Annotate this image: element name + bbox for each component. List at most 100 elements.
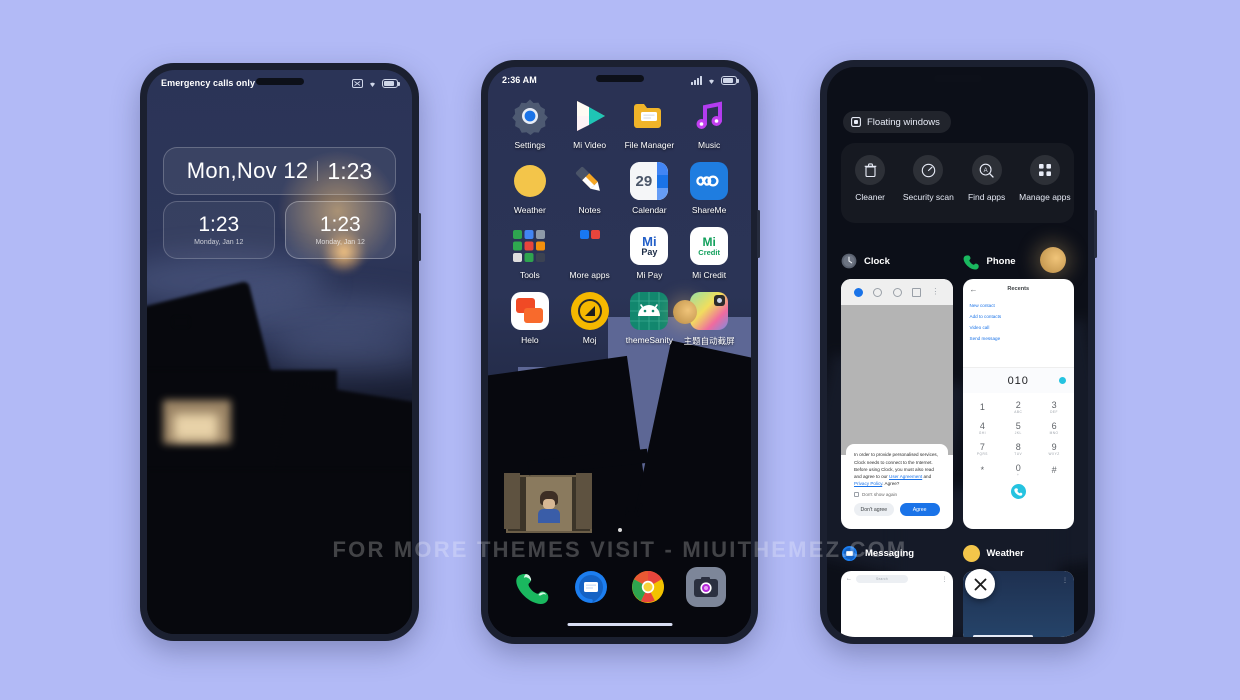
search-input[interactable]: Search	[856, 575, 908, 583]
app-themesanity[interactable]: themeSanity	[620, 292, 680, 347]
timer-tab-icon[interactable]	[912, 287, 922, 297]
floating-window-phone[interactable]: Phone ← Recents New contact Add to conta…	[962, 250, 1075, 529]
tool-manage-apps[interactable]: Manage apps	[1016, 155, 1074, 203]
key-4[interactable]: 4 GHI	[965, 418, 1001, 439]
search-apps-icon: A	[971, 155, 1002, 185]
browser-icon[interactable]	[628, 567, 668, 607]
key-6[interactable]: 6 MNO	[1036, 418, 1072, 439]
tool-security-scan[interactable]: Security scan	[899, 155, 957, 203]
app-label: Mi Pay	[636, 270, 663, 280]
window-header: Messaging	[841, 542, 953, 564]
app-calendar[interactable]: 29 Calendar	[620, 162, 680, 215]
moon-decoration	[673, 300, 697, 324]
app-weather[interactable]: Weather	[500, 162, 560, 215]
camera-icon[interactable]	[686, 567, 727, 607]
app-settings[interactable]: Settings	[500, 97, 560, 150]
action-send-message[interactable]: Send message	[970, 336, 1068, 341]
weather-icon	[511, 162, 549, 200]
dont-show-again-checkbox[interactable]: Don't show again	[854, 492, 940, 497]
floating-windows-chip[interactable]: Floating windows	[843, 111, 951, 133]
settings-icon	[511, 97, 549, 135]
app-file-manager[interactable]: File Manager	[620, 97, 680, 150]
alarm-tab-icon[interactable]	[854, 287, 864, 297]
app-moj[interactable]: Moj	[560, 292, 620, 347]
action-add-to-contacts[interactable]: Add to contacts	[970, 314, 1068, 319]
key-0[interactable]: 0 +	[1000, 460, 1036, 481]
lockscreen-widget-2[interactable]: 1:23 Monday, Jan 12	[284, 201, 396, 259]
close-window-button[interactable]	[965, 569, 995, 599]
widget-date: Monday, Jan 12	[315, 239, 365, 247]
agree-button[interactable]: Agree	[899, 503, 940, 516]
messaging-window-card[interactable]: ← Search ⋮	[841, 571, 953, 637]
dialed-number-field[interactable]: 010	[962, 367, 1074, 393]
stopwatch-tab-icon[interactable]	[892, 287, 902, 297]
app-notes[interactable]: Notes	[560, 162, 620, 215]
app-music[interactable]: Music	[679, 97, 739, 150]
user-agreement-link[interactable]: User Agreement	[889, 474, 922, 479]
key-2[interactable]: 2 ABC	[1000, 397, 1036, 418]
call-button[interactable]	[1000, 481, 1036, 502]
clock-window-card[interactable]: ⋮ In order to provide personalised servi…	[841, 279, 953, 529]
phone-icon	[963, 254, 979, 270]
dialer-actions: New contact Add to contacts Video call S…	[963, 299, 1075, 341]
dock	[488, 567, 751, 607]
key-9[interactable]: 9 WXYZ	[1036, 439, 1072, 460]
tool-label: Cleaner	[855, 192, 886, 202]
phone-homescreen: 2:36 AM Settings Mi Video File Manager M…	[481, 60, 760, 644]
app-folder-more-apps[interactable]: More apps	[560, 227, 620, 280]
lockscreen-small-widgets: 1:23 Monday, Jan 12 1:23 Monday, Jan 12	[163, 201, 396, 259]
key-star[interactable]: *	[965, 460, 1001, 481]
overflow-menu-icon[interactable]: ⋮	[931, 288, 939, 296]
key-3[interactable]: 3 DEF	[1036, 397, 1072, 418]
floating-window-clock[interactable]: Clock ⋮ In order to provide personalised…	[841, 250, 953, 529]
lockscreen-datetime-widget[interactable]: Mon,Nov 12 1:23	[163, 147, 396, 195]
worldclock-tab-icon[interactable]	[873, 287, 883, 297]
tool-label: Security scan	[902, 192, 954, 202]
app-mi-pay[interactable]: Mi Pay Mi Pay	[620, 227, 680, 280]
dont-agree-button[interactable]: Don't agree	[854, 503, 894, 516]
app-label: Weather	[513, 205, 546, 215]
dialer-keypad: 1 2 ABC 3 DEF 4 GHI 5 JKL 6 MNO 7 PQRS 8 TUV 9W…	[963, 393, 1075, 502]
app-helo[interactable]: Helo	[500, 292, 560, 347]
helo-icon	[510, 292, 549, 330]
mi-video-icon	[571, 97, 609, 135]
phone-icon[interactable]	[513, 567, 553, 607]
widget-time: 1:23	[198, 212, 240, 236]
window-header: Clock	[841, 250, 953, 272]
privacy-policy-link[interactable]: Privacy Policy	[854, 481, 882, 486]
app-mi-video[interactable]: Mi Video	[560, 97, 620, 150]
wifi-icon	[709, 79, 714, 84]
clock-tabs[interactable]: ⋮	[841, 279, 953, 305]
key-1[interactable]: 1	[965, 397, 1001, 418]
key-7[interactable]: 7 PQRS	[965, 439, 1001, 460]
lockscreen-widget-1[interactable]: 1:23 Monday, Jan 12	[163, 201, 275, 259]
home-indicator[interactable]	[567, 623, 672, 626]
recents-screen: Floating windows Cleaner Security scan A…	[827, 67, 1088, 637]
calendar-day-badge: 29	[635, 172, 653, 190]
signal-icon	[691, 75, 702, 85]
page-indicator[interactable]	[488, 519, 751, 537]
tool-cleaner[interactable]: Cleaner	[841, 155, 899, 203]
messages-icon[interactable]	[571, 567, 611, 607]
app-mi-credit[interactable]: Mi Credit Mi Credit	[679, 227, 739, 280]
backspace-icon[interactable]	[1059, 377, 1066, 384]
key-hash[interactable]: #	[1036, 460, 1072, 481]
carrier-label: Emergency calls only	[161, 78, 256, 88]
overflow-menu-icon[interactable]: ⋮	[942, 576, 948, 583]
overflow-menu-icon[interactable]: ⋮	[1062, 577, 1068, 584]
tool-find-apps[interactable]: A Find apps	[958, 155, 1016, 203]
app-shareme[interactable]: ShareMe	[679, 162, 739, 215]
floating-window-messaging[interactable]: Messaging ← Search ⋮	[841, 542, 953, 637]
app-label: Music	[698, 140, 721, 150]
dialer-top-bar: ← Recents	[963, 279, 1075, 299]
tool-label: Manage apps	[1019, 192, 1071, 202]
action-video-call[interactable]: Video call	[970, 325, 1068, 330]
phone-window-card[interactable]: ← Recents New contact Add to contacts Vi…	[962, 279, 1075, 529]
key-5[interactable]: 5 JKL	[1000, 418, 1036, 439]
back-icon[interactable]: ←	[846, 576, 852, 582]
app-folder-tools[interactable]: Tools	[500, 227, 560, 280]
call-icon	[1010, 484, 1026, 499]
key-8[interactable]: 8 TUV	[1000, 439, 1036, 460]
action-new-contact[interactable]: New contact	[970, 303, 1068, 308]
app-label: More apps	[569, 270, 610, 280]
